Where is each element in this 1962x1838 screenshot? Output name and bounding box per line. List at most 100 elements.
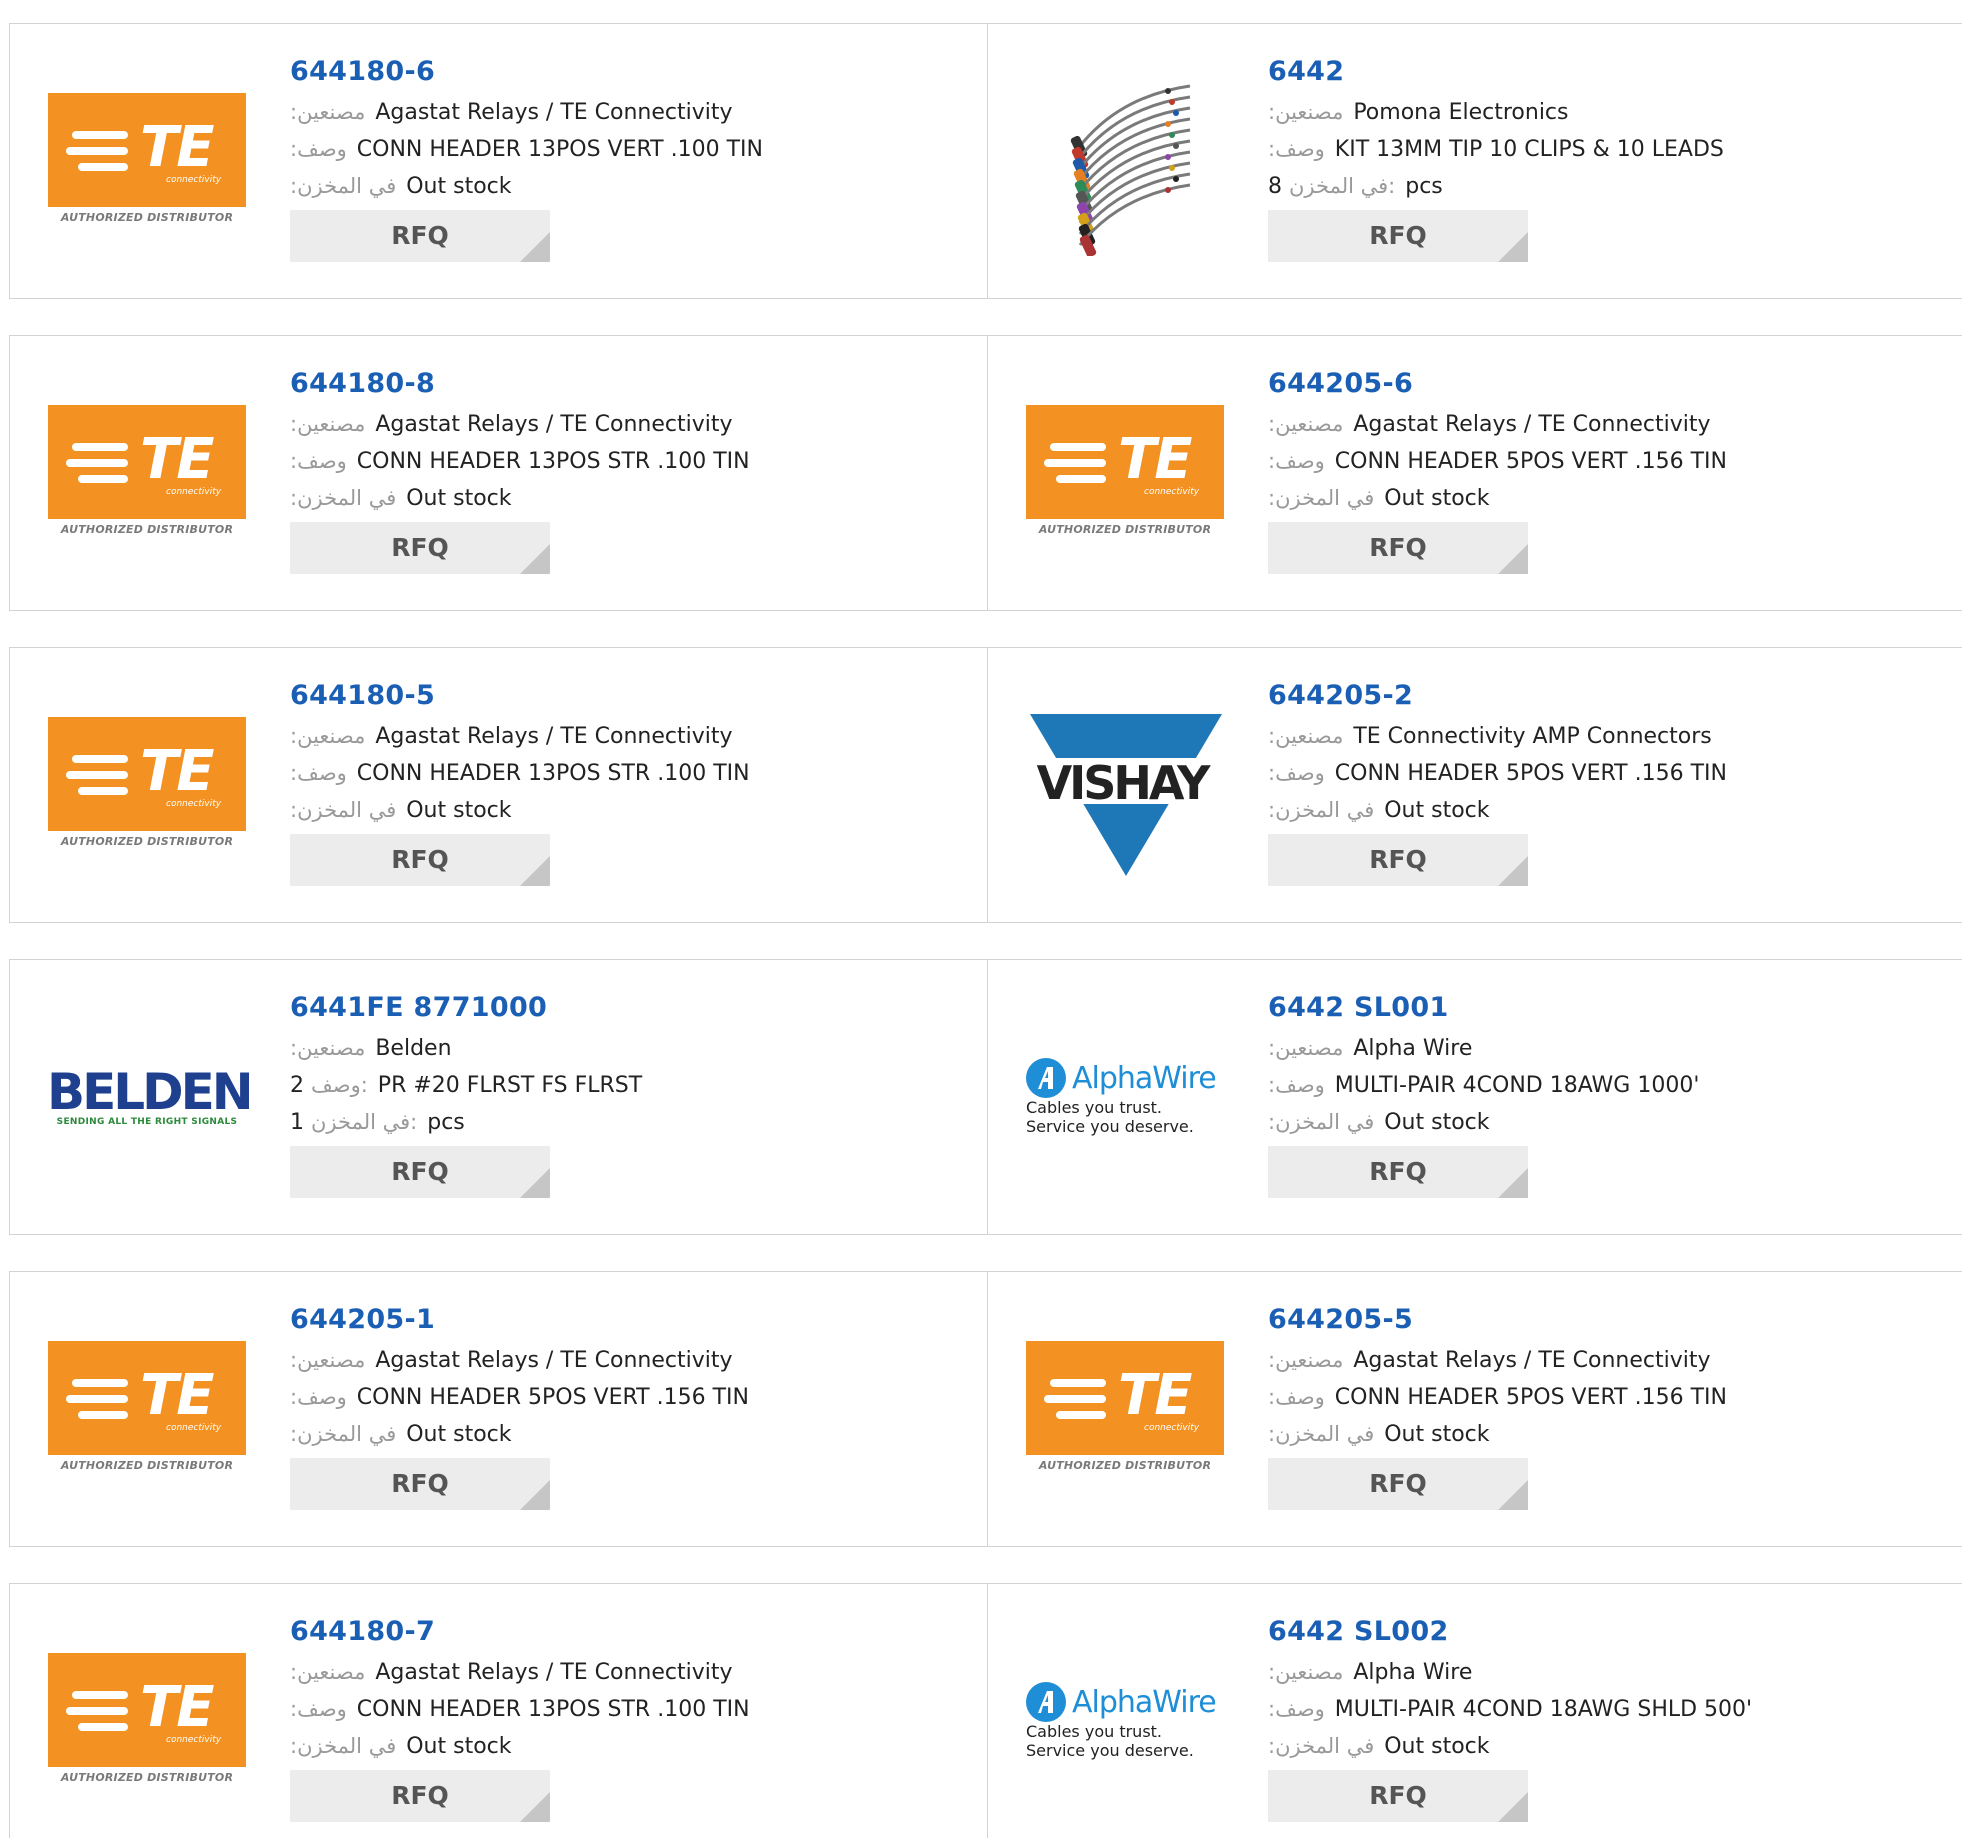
- vishay-wordmark: VISHAY: [1037, 756, 1212, 810]
- product-card: VISHAY 644205-2:مصنعين TE Connectivity AMP…: [987, 647, 1962, 923]
- manufacturer-line: :مصنعين TE Connectivity AMP Connectors: [1268, 718, 1952, 755]
- rfq-button[interactable]: RFQ: [290, 210, 550, 262]
- rfq-button[interactable]: RFQ: [1268, 1770, 1528, 1822]
- part-number-link[interactable]: 644180-7: [290, 1614, 435, 1654]
- manufacturer-line: :مصنعين Agastat Relays / TE Connectivity: [290, 94, 977, 131]
- part-number-link[interactable]: 644180-8: [290, 366, 435, 406]
- rfq-button[interactable]: RFQ: [290, 522, 550, 574]
- rfq-button[interactable]: RFQ: [1268, 1458, 1528, 1510]
- manufacturer-logo: [1026, 84, 1224, 258]
- te-connectivity-logo: TE connectivity AUTHORIZED DISTRIBUTOR: [48, 1653, 246, 1789]
- manufacturer-value: Agastat Relays / TE Connectivity: [1353, 412, 1711, 437]
- part-number-link[interactable]: 644180-6: [290, 54, 435, 94]
- part-number-link[interactable]: 644180-5: [290, 678, 435, 718]
- belden-logo: BELDEN SENDING ALL THE RIGHT SIGNALS: [47, 1067, 254, 1127]
- stock-value: Out stock: [406, 1422, 512, 1447]
- te-stripes-icon: [1044, 1379, 1106, 1427]
- part-number-link[interactable]: 644205-6: [1268, 366, 1413, 406]
- description-line: :وصف CONN HEADER 5POS VERT .156 TIN: [1268, 755, 1952, 792]
- description-label: :وصف: [290, 449, 347, 473]
- description-label: :وصف: [290, 137, 347, 161]
- corner-triangle-icon: [1498, 544, 1528, 574]
- rfq-button[interactable]: RFQ: [290, 1770, 550, 1822]
- product-card: TE connectivity AUTHORIZED DISTRIBUTOR 6442…: [9, 1271, 988, 1547]
- corner-triangle-icon: [520, 1792, 550, 1822]
- stock-value: Out stock: [406, 1734, 512, 1759]
- rfq-button[interactable]: RFQ: [1268, 522, 1528, 574]
- stock-label: في المخزن:: [1289, 174, 1396, 198]
- stock-line: :في المخزن Out stock: [290, 480, 977, 517]
- rfq-button[interactable]: RFQ: [290, 1146, 550, 1198]
- manufacturer-label: :مصنعين: [1268, 100, 1344, 124]
- description-label: :وصف: [290, 761, 347, 785]
- part-number-link[interactable]: 6441FE 8771000: [290, 990, 547, 1030]
- te-logo-connectivity: connectivity: [1144, 1423, 1200, 1433]
- manufacturer-logo: VISHAY: [1026, 714, 1224, 876]
- stock-value: Out stock: [406, 798, 512, 823]
- part-number-link[interactable]: 644205-2: [1268, 678, 1413, 718]
- rfq-button[interactable]: RFQ: [1268, 1146, 1528, 1198]
- rfq-label: RFQ: [391, 1157, 449, 1186]
- stock-line: :في المخزن Out stock: [1268, 480, 1952, 517]
- product-card: TE connectivity AUTHORIZED DISTRIBUTOR 6441…: [9, 647, 988, 923]
- stock-line: :في المخزن Out stock: [1268, 1416, 1952, 1453]
- te-logo-word: TE: [140, 1363, 214, 1428]
- description-line: :وصف CONN HEADER 13POS STR .100 TIN: [290, 755, 977, 792]
- product-info: 644205-2:مصنعين TE Connectivity AMP Conne…: [1268, 678, 1952, 886]
- manufacturer-line: :مصنعين Agastat Relays / TE Connectivity: [1268, 1342, 1952, 1379]
- product-info: 644180-7:مصنعين Agastat Relays / TE Conne…: [290, 1614, 977, 1822]
- manufacturer-value: Agastat Relays / TE Connectivity: [375, 100, 733, 125]
- manufacturer-line: :مصنعين Agastat Relays / TE Connectivity: [1268, 406, 1952, 443]
- manufacturer-label: :مصنعين: [290, 1660, 366, 1684]
- stock-label: :في المخزن: [290, 486, 397, 510]
- te-logo-connectivity: connectivity: [166, 799, 222, 809]
- description-line: :وصف CONN HEADER 5POS VERT .156 TIN: [1268, 443, 1952, 480]
- product-card: TE connectivity AUTHORIZED DISTRIBUTOR 6441…: [9, 1583, 988, 1838]
- stock-value: Out stock: [406, 174, 512, 199]
- product-card: TE connectivity AUTHORIZED DISTRIBUTOR 6442…: [987, 335, 1962, 611]
- manufacturer-logo: TE connectivity AUTHORIZED DISTRIBUTOR: [48, 405, 246, 541]
- stock-value: Out stock: [1384, 798, 1490, 823]
- rfq-label: RFQ: [391, 533, 449, 562]
- te-connectivity-logo: TE connectivity AUTHORIZED DISTRIBUTOR: [1026, 1341, 1224, 1477]
- part-number-link[interactable]: 6442: [1268, 54, 1344, 94]
- product-row: TE connectivity AUTHORIZED DISTRIBUTOR 6442…: [9, 1271, 1962, 1547]
- rfq-label: RFQ: [1369, 221, 1427, 250]
- rfq-button[interactable]: RFQ: [1268, 210, 1528, 262]
- rfq-button[interactable]: RFQ: [290, 1458, 550, 1510]
- manufacturer-label: :مصنعين: [290, 100, 366, 124]
- description-value: CONN HEADER 13POS STR .100 TIN: [356, 1697, 750, 1722]
- te-stripes-icon: [66, 131, 128, 179]
- rfq-button[interactable]: RFQ: [1268, 834, 1528, 886]
- alphawire-wordmark: AlphaWire: [1072, 1060, 1217, 1096]
- manufacturer-logo: BELDEN SENDING ALL THE RIGHT SIGNALS: [47, 1029, 254, 1165]
- stock-value: Out stock: [1384, 1110, 1490, 1135]
- rfq-button[interactable]: RFQ: [290, 834, 550, 886]
- description-line: :وصف MULTI-PAIR 4COND 18AWG 1000': [1268, 1067, 1952, 1104]
- product-info: 6442 SL002:مصنعين Alpha Wire:وصف MULTI-PAI…: [1268, 1614, 1952, 1822]
- corner-triangle-icon: [1498, 856, 1528, 886]
- manufacturer-value: Belden: [375, 1036, 452, 1061]
- manufacturer-line: :مصنعين Belden: [290, 1030, 977, 1067]
- te-logo-word: TE: [140, 427, 214, 492]
- te-stripes-icon: [66, 755, 128, 803]
- test-clips-product-photo: [1040, 66, 1210, 258]
- part-number-link[interactable]: 644205-1: [290, 1302, 435, 1342]
- stock-quantity: 8: [1268, 174, 1282, 199]
- te-logo-word: TE: [1118, 427, 1192, 492]
- stock-line: 1 في المخزن: pcs: [290, 1104, 977, 1141]
- te-logo-connectivity: connectivity: [166, 1423, 222, 1433]
- rfq-label: RFQ: [391, 221, 449, 250]
- description-label: وصف:: [311, 1073, 368, 1097]
- manufacturer-label: :مصنعين: [290, 1348, 366, 1372]
- te-logo-connectivity: connectivity: [166, 1735, 222, 1745]
- part-number-link[interactable]: 644205-5: [1268, 1302, 1413, 1342]
- part-number-link[interactable]: 6442 SL001: [1268, 990, 1449, 1030]
- part-number-link[interactable]: 6442 SL002: [1268, 1614, 1449, 1654]
- rfq-label: RFQ: [1369, 533, 1427, 562]
- description-label: :وصف: [1268, 1073, 1325, 1097]
- te-logo-connectivity: connectivity: [166, 175, 222, 185]
- rfq-label: RFQ: [1369, 1157, 1427, 1186]
- description-line: :وصف CONN HEADER 13POS STR .100 TIN: [290, 1691, 977, 1728]
- manufacturer-line: :مصنعين Alpha Wire: [1268, 1654, 1952, 1691]
